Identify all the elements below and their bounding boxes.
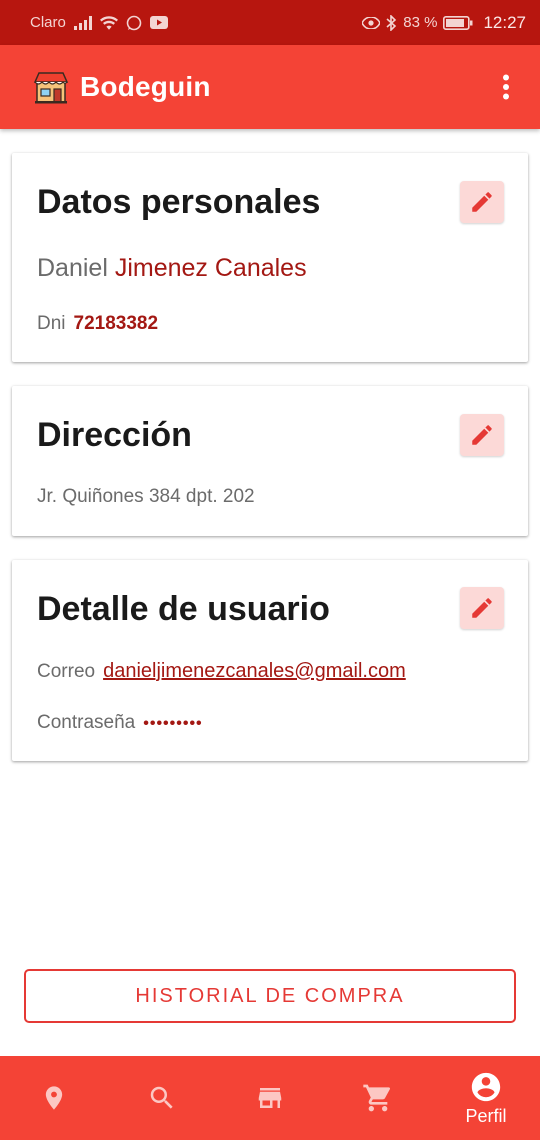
youtube-icon xyxy=(149,16,168,29)
edit-address-button[interactable] xyxy=(460,414,504,456)
status-right: 83 % 12:27 xyxy=(362,13,526,33)
pencil-icon xyxy=(472,598,492,618)
app-title: Bodeguin xyxy=(80,71,211,102)
store-icon xyxy=(258,1088,282,1108)
first-name: Daniel xyxy=(37,254,108,282)
password-label: Contraseña xyxy=(37,712,136,733)
nav-item-cart[interactable] xyxy=(324,1056,432,1140)
wifi-icon xyxy=(99,15,118,30)
battery-percent: 83 % xyxy=(403,14,438,31)
pencil-icon xyxy=(472,425,492,445)
address-card: Dirección Jr. Quiñones 384 dpt. 202 xyxy=(12,386,528,536)
cart-icon xyxy=(363,1084,391,1112)
overflow-menu-icon[interactable] xyxy=(494,67,518,107)
edit-personal-button[interactable] xyxy=(460,181,504,223)
bottom-navigation: Perfil xyxy=(0,1056,540,1140)
dni-label: Dni xyxy=(37,313,66,334)
nav-label-profile: Perfil xyxy=(465,1105,507,1126)
store-logo-icon xyxy=(32,68,70,106)
address-value: Jr. Quiñones 384 dpt. 202 xyxy=(37,486,255,507)
status-left: Claro xyxy=(30,14,362,31)
app-bar: Bodeguin xyxy=(0,45,540,129)
user-detail-card: Detalle de usuario Correo danieljimenezc… xyxy=(12,560,528,761)
bluetooth-icon xyxy=(386,14,397,31)
nav-item-location[interactable] xyxy=(0,1056,108,1140)
nav-item-search[interactable] xyxy=(108,1056,216,1140)
edit-user-button[interactable] xyxy=(460,587,504,629)
clock: 12:27 xyxy=(483,12,526,32)
email-link[interactable]: danieljimenezcanales@gmail.com xyxy=(103,660,406,683)
pencil-icon xyxy=(472,192,492,212)
purchase-history-button[interactable]: HISTORIAL DE COMPRA xyxy=(24,969,516,1023)
password-value: ••••••••• xyxy=(143,715,203,732)
status-bar: Claro 83 % 12:27 xyxy=(0,0,540,45)
card-title: Datos personales xyxy=(37,183,321,221)
eye-icon xyxy=(362,16,381,29)
search-icon xyxy=(150,1086,173,1109)
whatsapp-icon xyxy=(126,15,142,31)
battery-icon xyxy=(443,15,473,30)
email-label: Correo xyxy=(37,661,96,682)
nav-item-profile[interactable]: Perfil xyxy=(432,1056,540,1140)
nav-item-store[interactable] xyxy=(216,1056,324,1140)
dni-row: Dni 72183382 xyxy=(37,313,158,335)
email-row: Correo danieljimenezcanales@gmail.com xyxy=(37,660,406,683)
password-row: Contraseña ••••••••• xyxy=(37,712,203,734)
account-icon xyxy=(471,1072,501,1101)
signal-icon xyxy=(73,15,92,30)
dni-value: 72183382 xyxy=(73,313,159,334)
card-title: Dirección xyxy=(37,416,192,454)
location-pin-icon xyxy=(45,1086,63,1110)
carrier-label: Claro xyxy=(30,14,66,31)
card-title: Detalle de usuario xyxy=(37,590,330,628)
full-name: Daniel Jimenez Canales xyxy=(37,254,307,283)
last-name: Jimenez Canales xyxy=(114,254,307,282)
personal-data-card: Datos personales Daniel Jimenez Canales … xyxy=(12,153,528,362)
